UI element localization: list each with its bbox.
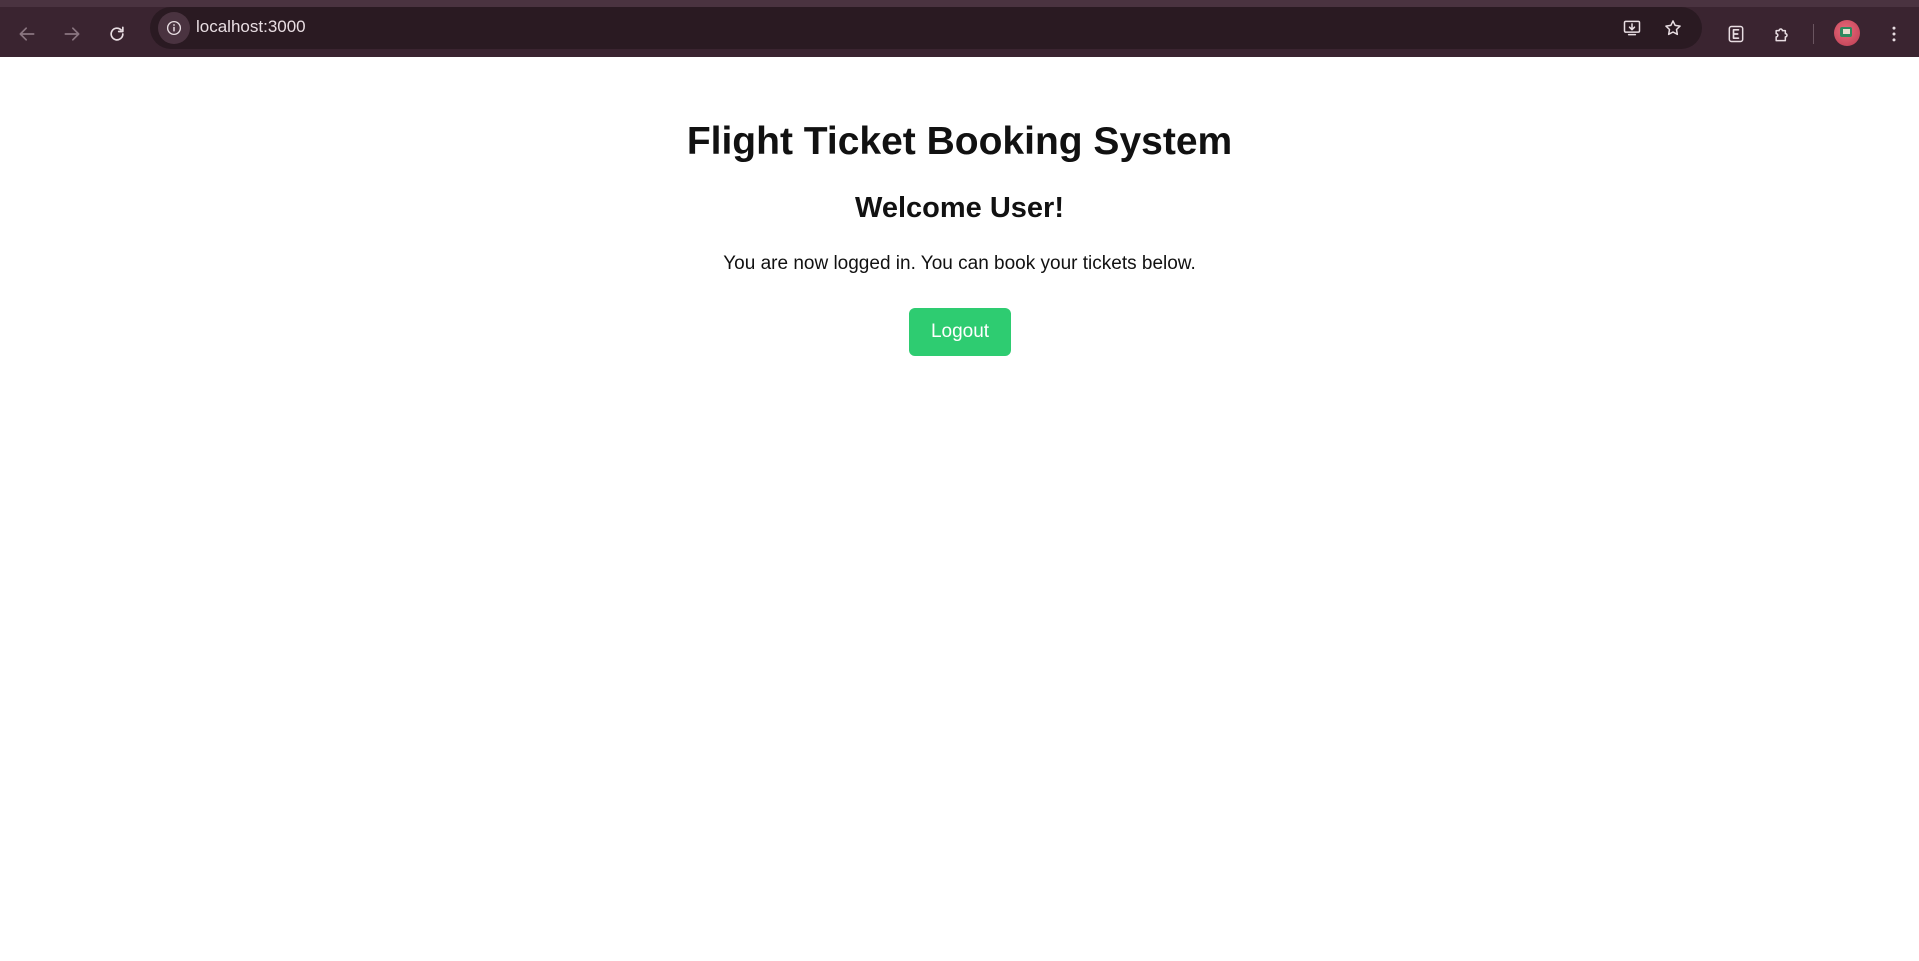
profile-avatar[interactable]: [1834, 20, 1860, 46]
login-message: You are now logged in. You can book your…: [723, 253, 1196, 274]
url-text[interactable]: localhost:3000: [196, 17, 306, 37]
reload-icon: [110, 26, 124, 41]
site-info-button[interactable]: [158, 12, 190, 44]
install-app-icon: [1623, 20, 1641, 36]
extensions-puzzle-icon: [1775, 28, 1788, 42]
bookmark-star-icon: [1665, 20, 1681, 36]
back-arrow-icon: [19, 27, 35, 41]
logout-button[interactable]: Logout: [909, 308, 1011, 356]
welcome-heading: Welcome User!: [855, 192, 1064, 224]
avatar-screen-graphic: [1843, 29, 1850, 34]
site-info-icon: [166, 20, 182, 36]
browser-toolbar: localhost:3000: [0, 0, 1919, 57]
extension-button[interactable]: [1719, 17, 1753, 51]
reload-button[interactable]: [100, 17, 134, 51]
extension-e-icon: [1728, 25, 1744, 43]
bookmark-button[interactable]: [1657, 12, 1689, 44]
browser-menu-button[interactable]: [1877, 17, 1911, 51]
install-app-button[interactable]: [1616, 12, 1648, 44]
page-content: Flight Ticket Booking System Welcome Use…: [0, 57, 1919, 961]
address-bar[interactable]: localhost:3000: [150, 7, 1702, 49]
extensions-button[interactable]: [1765, 17, 1799, 51]
kebab-menu-icon: [1892, 26, 1896, 42]
forward-arrow-icon: [64, 27, 80, 41]
page-title: Flight Ticket Booking System: [686, 120, 1233, 163]
forward-button[interactable]: [55, 17, 89, 51]
back-button[interactable]: [10, 17, 44, 51]
toolbar-divider: [1813, 24, 1814, 44]
